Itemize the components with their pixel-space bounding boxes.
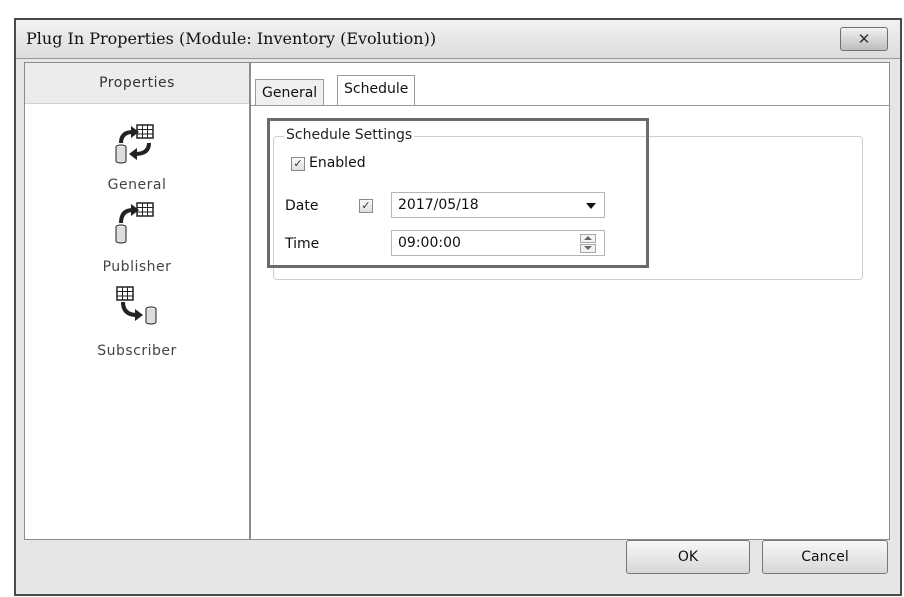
- time-label: Time: [285, 236, 320, 252]
- date-label: Date: [285, 198, 319, 214]
- spin-up-icon[interactable]: [580, 234, 596, 243]
- sync-database-icon: [115, 124, 154, 164]
- sidebar-item-label: Publisher: [102, 259, 172, 275]
- plugin-properties-dialog: Plug In Properties (Module: Inventory (E…: [14, 18, 902, 596]
- tab-general[interactable]: General: [255, 79, 325, 105]
- subscribe-database-icon: [116, 286, 157, 325]
- close-button[interactable]: ✕: [840, 27, 888, 51]
- publish-database-icon: [115, 202, 154, 244]
- date-picker[interactable]: 2017/05/18: [391, 192, 605, 218]
- time-input[interactable]: 09:00:00: [391, 230, 605, 256]
- group-title: Schedule Settings: [284, 127, 415, 143]
- window-title: Plug In Properties (Module: Inventory (E…: [26, 29, 437, 48]
- tab-schedule[interactable]: Schedule: [337, 75, 416, 105]
- enabled-label: Enabled: [309, 155, 366, 171]
- sidebar-item-label: Subscriber: [97, 343, 177, 359]
- chevron-down-icon[interactable]: [586, 203, 596, 209]
- content-panel: General Schedule Schedule Settings ✓ Ena…: [250, 62, 890, 540]
- spin-down-icon[interactable]: [580, 244, 596, 253]
- sidebar-header: Properties: [25, 63, 249, 104]
- properties-sidebar: Properties General Publisher Subscriber: [24, 62, 250, 540]
- tab-divider: [251, 105, 889, 106]
- date-checkbox[interactable]: ✓: [359, 199, 373, 213]
- title-bar: Plug In Properties (Module: Inventory (E…: [16, 20, 900, 59]
- sidebar-item-label: General: [107, 177, 167, 193]
- close-icon: ✕: [857, 30, 871, 48]
- cancel-button[interactable]: Cancel: [762, 540, 888, 574]
- time-value: 09:00:00: [398, 235, 461, 251]
- ok-button[interactable]: OK: [626, 540, 750, 574]
- enabled-checkbox[interactable]: ✓: [291, 157, 305, 171]
- date-value: 2017/05/18: [398, 197, 479, 213]
